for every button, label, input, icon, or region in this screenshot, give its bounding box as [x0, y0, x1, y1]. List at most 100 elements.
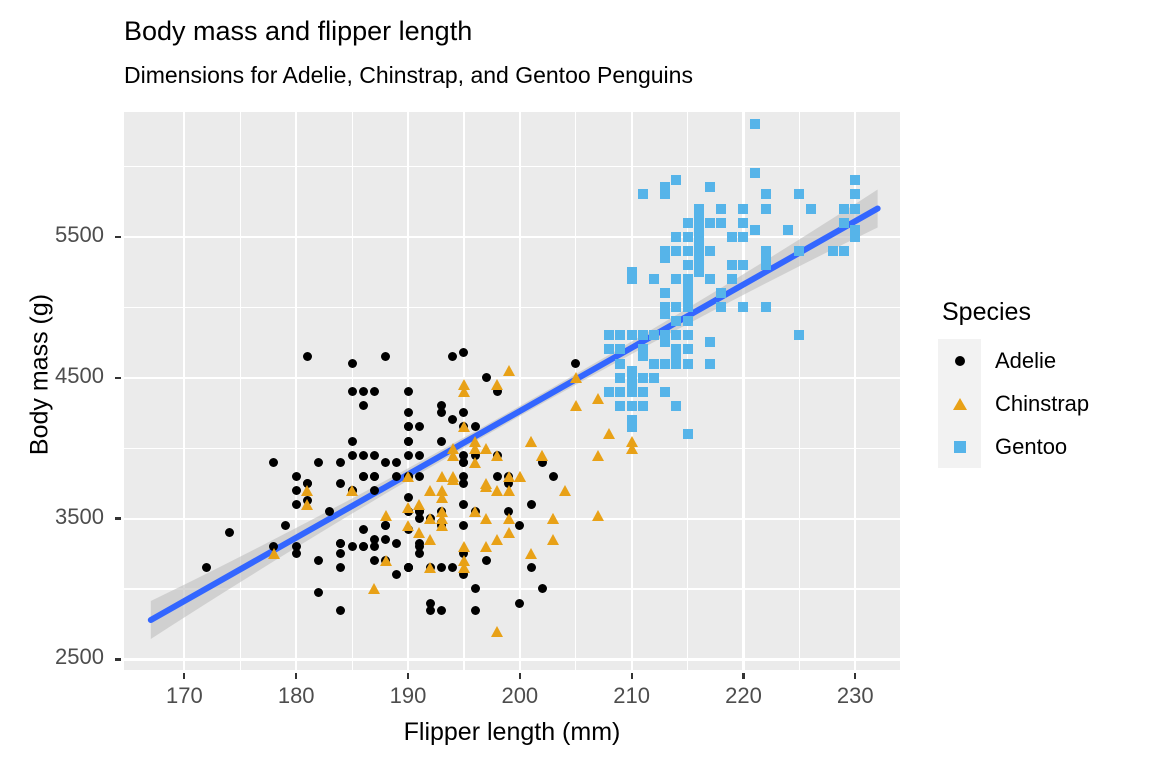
data-point-adelie [504, 506, 514, 516]
data-point-gentoo [604, 344, 615, 355]
data-point-gentoo [615, 372, 626, 383]
data-point-adelie [414, 506, 424, 516]
data-point-gentoo [682, 231, 693, 242]
data-point-adelie [504, 478, 514, 488]
data-point-adelie [325, 506, 335, 516]
data-point-gentoo [805, 203, 816, 214]
data-point-chinstrap [435, 520, 448, 532]
data-point-adelie [470, 450, 480, 460]
data-point-gentoo [682, 288, 693, 299]
data-point-gentoo [727, 259, 738, 270]
data-point-gentoo [749, 118, 760, 129]
data-point-gentoo [682, 428, 693, 439]
data-point-gentoo [794, 245, 805, 256]
data-point-gentoo [637, 386, 648, 397]
data-point-gentoo [626, 400, 637, 411]
data-point-adelie [381, 457, 391, 467]
data-point-adelie [459, 570, 469, 580]
legend-title: Species [942, 298, 1031, 326]
data-point-adelie [403, 408, 413, 418]
data-point-gentoo [850, 224, 861, 235]
legend-item-gentoo[interactable]: Gentoo [938, 425, 1089, 468]
data-point-chinstrap [491, 379, 504, 391]
data-point-gentoo [693, 203, 704, 214]
data-point-adelie [302, 478, 312, 488]
data-point-adelie [403, 387, 413, 397]
data-point-adelie [291, 471, 301, 481]
data-point-gentoo [604, 344, 615, 355]
data-point-gentoo [671, 330, 682, 341]
legend-item-adelie[interactable]: Adelie [938, 339, 1089, 382]
data-point-adelie [403, 436, 413, 446]
data-point-gentoo [682, 281, 693, 292]
data-point-gentoo [738, 231, 749, 242]
data-point-gentoo [660, 182, 671, 193]
data-point-chinstrap [558, 484, 571, 496]
y-tick-label: 3500 [55, 503, 104, 529]
data-point-gentoo [671, 344, 682, 355]
data-point-adelie [369, 535, 379, 545]
data-point-gentoo [637, 372, 648, 383]
data-point-chinstrap [502, 527, 515, 539]
data-point-gentoo [637, 400, 648, 411]
data-point-adelie [448, 415, 458, 425]
data-point-adelie [459, 478, 469, 488]
data-point-adelie [381, 351, 391, 361]
data-point-gentoo [682, 245, 693, 256]
data-point-adelie [403, 563, 413, 573]
data-point-gentoo [615, 344, 626, 355]
data-point-adelie [369, 471, 379, 481]
data-point-adelie [537, 584, 547, 594]
data-point-gentoo [671, 358, 682, 369]
plot-panel [124, 112, 900, 670]
data-point-gentoo [749, 224, 760, 235]
data-point-adelie [291, 542, 301, 552]
data-point-adelie [302, 478, 312, 488]
data-point-gentoo [682, 344, 693, 355]
data-point-gentoo [660, 302, 671, 313]
x-tick-label: 170 [166, 683, 203, 708]
data-point-chinstrap [502, 513, 515, 525]
data-point-gentoo [827, 245, 838, 256]
data-point-chinstrap [592, 449, 605, 461]
data-point-adelie [425, 563, 435, 573]
data-point-chinstrap [469, 456, 482, 468]
data-point-adelie [459, 348, 469, 358]
legend-item-chinstrap[interactable]: Chinstrap [938, 382, 1089, 425]
data-point-gentoo [604, 386, 615, 397]
data-point-adelie [358, 401, 368, 411]
data-point-gentoo [649, 330, 659, 341]
data-point-chinstrap [491, 484, 504, 496]
data-point-chinstrap [525, 548, 537, 560]
data-point-chinstrap [513, 470, 526, 482]
data-point-gentoo [649, 372, 659, 383]
data-point-gentoo [704, 217, 715, 228]
data-point-gentoo [626, 414, 637, 425]
data-point-chinstrap [368, 583, 381, 595]
data-point-chinstrap [301, 484, 314, 496]
data-point-gentoo [693, 252, 704, 263]
data-point-adelie [358, 471, 368, 481]
data-point-gentoo [682, 330, 693, 341]
data-point-gentoo [626, 330, 637, 341]
data-point-gentoo [682, 330, 693, 341]
data-point-gentoo [760, 245, 771, 256]
legend-key [938, 339, 981, 382]
data-point-adelie [437, 563, 447, 573]
data-point-chinstrap [592, 509, 605, 521]
data-point-adelie [369, 485, 379, 495]
data-point-gentoo [716, 217, 727, 228]
data-point-adelie [369, 387, 379, 397]
data-point-gentoo [704, 245, 715, 256]
data-point-chinstrap [446, 474, 459, 486]
data-point-adelie [381, 535, 391, 545]
circle-marker-icon [954, 355, 965, 366]
x-tick-label: 200 [501, 683, 539, 708]
x-tick-label: 180 [277, 683, 315, 708]
data-point-gentoo [682, 259, 693, 270]
data-point-gentoo [615, 400, 626, 411]
data-point-adelie [347, 450, 357, 460]
y-tick-label: 2500 [55, 644, 104, 670]
data-point-gentoo [626, 372, 637, 383]
legend-items: Adelie Chinstrap Gentoo [938, 339, 1089, 468]
